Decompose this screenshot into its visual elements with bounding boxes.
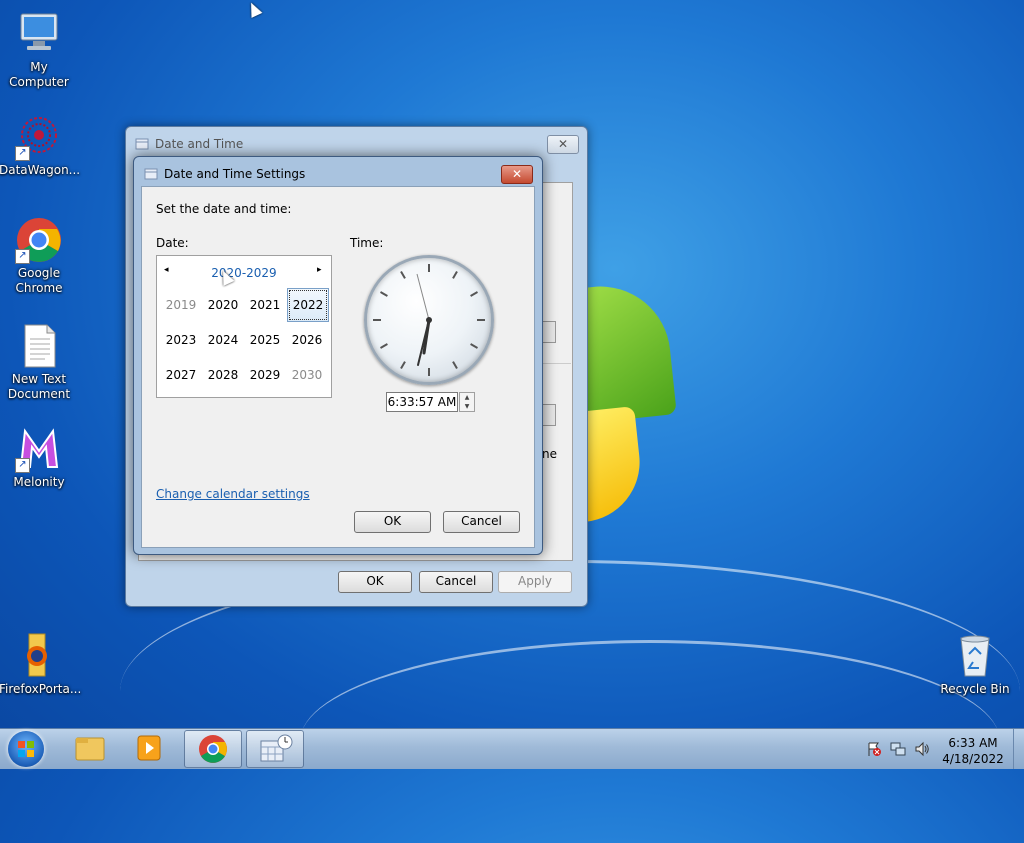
year-cell[interactable]: 2029 — [245, 359, 285, 391]
desktop-icon-label: Google Chrome — [15, 266, 63, 295]
year-cell[interactable]: 2023 — [161, 324, 201, 356]
desktop-icon-label: Melonity — [13, 475, 65, 489]
date-label: Date: — [156, 236, 189, 250]
calendar-clock-icon — [144, 166, 158, 183]
clock-date: 4/18/2022 — [942, 752, 1004, 766]
decade-header-button[interactable]: 2020-2029 — [197, 266, 291, 280]
folder-icon — [75, 737, 105, 761]
apply-button[interactable]: Apply — [498, 571, 572, 593]
arrow-left-icon: ◂ — [164, 265, 169, 275]
taskbar-media-player-button[interactable] — [122, 730, 178, 766]
year-cell[interactable]: 2024 — [203, 324, 243, 356]
arrow-right-icon: ▸ — [317, 265, 322, 275]
previous-decade-button[interactable]: ◂ — [164, 265, 169, 275]
desktop-icon-recycle-bin[interactable]: Recycle Bin — [935, 632, 1015, 697]
desktop-icon-firefox-portable[interactable]: FirefoxPorta... — [0, 632, 82, 697]
folder-firefox-icon — [15, 632, 63, 680]
calendar-control: ◂ 2020-2029 ▸ 2019 2020 2021 2022 2023 2… — [156, 255, 332, 398]
timezone-partial-text: ne — [542, 447, 557, 461]
chrome-icon: ↗ — [15, 216, 63, 264]
year-cell[interactable]: 2028 — [203, 359, 243, 391]
close-icon: ✕ — [557, 137, 569, 151]
show-desktop-button[interactable] — [1013, 729, 1024, 769]
shortcut-arrow-icon: ↗ — [15, 458, 30, 473]
desktop-icon-label: Recycle Bin — [940, 682, 1010, 696]
instruction-text: Set the date and time: — [156, 202, 292, 216]
desktop-icon-my-computer[interactable]: My Computer — [0, 10, 79, 90]
clock-time: 6:33 AM — [948, 736, 998, 750]
time-spinner[interactable]: ▲ ▼ — [459, 392, 475, 412]
text-document-icon — [15, 322, 63, 370]
year-cell[interactable]: 2020 — [203, 289, 243, 321]
date-and-time-settings-dialog: Date and Time Settings ✕ Set the date an… — [133, 156, 543, 555]
desktop-icon-melonity[interactable]: ↗ Melonity — [0, 425, 79, 490]
chrome-icon — [199, 735, 227, 763]
desktop-icon-label: New Text Document — [7, 372, 71, 401]
year-cell[interactable]: 2030 — [287, 359, 327, 391]
recycle-bin-icon — [951, 632, 999, 680]
analog-clock — [364, 255, 494, 385]
desktop-icon-new-text-document[interactable]: New Text Document — [0, 322, 79, 402]
window-title: Date and Time Settings — [164, 167, 306, 181]
desktop-icon-label: My Computer — [9, 60, 69, 89]
start-button[interactable] — [8, 731, 44, 767]
clock-second-hand — [416, 273, 430, 321]
close-button[interactable]: ✕ — [501, 165, 533, 184]
volume-icon[interactable] — [914, 741, 930, 761]
change-calendar-settings-link[interactable]: Change calendar settings — [156, 487, 310, 501]
taskbar: 6:33 AM 4/18/2022 — [0, 728, 1024, 769]
close-icon: ✕ — [511, 167, 523, 181]
close-button[interactable]: ✕ — [547, 135, 579, 154]
year-cell-selected[interactable]: 2022 — [287, 288, 329, 322]
shortcut-arrow-icon: ↗ — [15, 249, 30, 264]
windows-logo-icon — [18, 741, 34, 757]
cancel-button[interactable]: Cancel — [443, 511, 520, 533]
taskbar-chrome-button[interactable] — [184, 730, 242, 768]
desktop-icon-datawagon[interactable]: ↗ DataWagon... — [0, 113, 81, 178]
spin-down-icon[interactable]: ▼ — [460, 402, 474, 411]
network-icon[interactable] — [890, 741, 906, 761]
desktop-icon-google-chrome[interactable]: ↗ Google Chrome — [0, 216, 79, 296]
year-cell[interactable]: 2027 — [161, 359, 201, 391]
taskbar-date-time-button[interactable] — [246, 730, 304, 768]
year-cell[interactable]: 2026 — [287, 324, 327, 356]
shortcut-arrow-icon: ↗ — [15, 146, 30, 161]
clock-minute-hand — [417, 319, 430, 366]
desktop-icon-label: DataWagon... — [0, 163, 81, 177]
year-cell[interactable]: 2019 — [161, 289, 201, 321]
taskbar-explorer-button[interactable] — [62, 730, 118, 766]
calendar-clock-icon — [135, 136, 149, 153]
action-center-flag-icon[interactable] — [866, 741, 882, 761]
year-cell[interactable]: 2021 — [245, 289, 285, 321]
computer-icon — [15, 10, 63, 58]
year-cell[interactable]: 2025 — [245, 324, 285, 356]
next-decade-button[interactable]: ▸ — [317, 265, 322, 275]
ok-button[interactable]: OK — [338, 571, 412, 593]
window-title: Date and Time — [155, 137, 244, 151]
system-clock[interactable]: 6:33 AM 4/18/2022 — [940, 735, 1006, 767]
dialog-content: Set the date and time: Date: Time: ◂ 202… — [141, 186, 535, 548]
time-input[interactable]: 6:33:57 AM — [386, 392, 458, 412]
ok-button[interactable]: OK — [354, 511, 431, 533]
melonity-icon: ↗ — [15, 425, 63, 473]
media-player-icon — [137, 735, 161, 761]
mouse-cursor — [245, 0, 263, 18]
calendar-clock-icon — [260, 734, 293, 762]
desktop-icon-label: FirefoxPorta... — [0, 682, 82, 696]
datawagon-icon: ↗ — [15, 113, 63, 161]
spin-up-icon[interactable]: ▲ — [460, 393, 474, 402]
cancel-button[interactable]: Cancel — [419, 571, 493, 593]
time-label: Time: — [350, 236, 384, 250]
